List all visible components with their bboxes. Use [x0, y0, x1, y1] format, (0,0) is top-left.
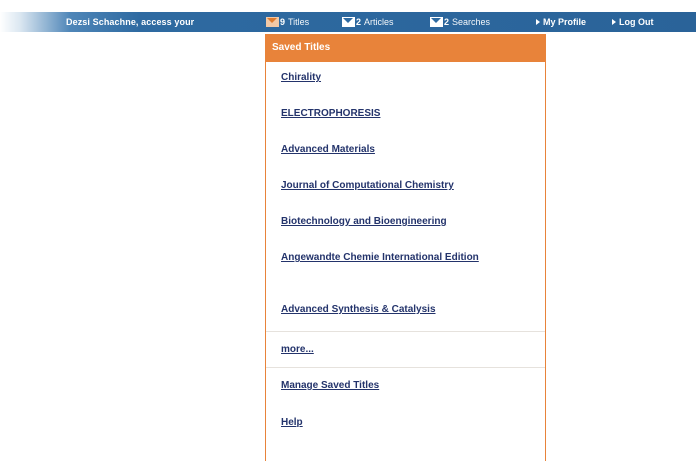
saved-title-link[interactable]: Angewandte Chemie International Edition [281, 252, 506, 264]
my-profile-link[interactable]: My Profile [536, 16, 586, 28]
titles-label: Titles [288, 17, 310, 27]
envelope-icon [430, 17, 443, 27]
saved-articles-button[interactable]: 2 Articles [342, 16, 394, 28]
arrow-right-icon [612, 19, 616, 25]
saved-title-link[interactable]: Biotechnology and Bioengineering [281, 216, 521, 228]
envelope-icon [266, 17, 279, 27]
saved-title-link[interactable]: Chirality [281, 72, 521, 84]
saved-titles-button[interactable]: 9 Titles [266, 16, 309, 28]
saved-title-link[interactable]: Advanced Synthesis & Catalysis [281, 304, 521, 316]
arrow-right-icon [536, 19, 540, 25]
log-out-link[interactable]: Log Out [612, 16, 654, 28]
saved-titles-dropdown: Saved Titles Chirality ELECTROPHORESIS A… [265, 34, 546, 461]
saved-searches-button[interactable]: 2 Searches [430, 16, 490, 28]
searches-label: Searches [452, 17, 491, 27]
saved-title-link[interactable]: Advanced Materials [281, 144, 521, 156]
more-titles-link[interactable]: more... [281, 344, 521, 356]
manage-saved-titles-link[interactable]: Manage Saved Titles [281, 380, 521, 392]
log-out-label: Log Out [619, 17, 654, 27]
divider [266, 331, 545, 332]
divider [266, 367, 545, 368]
saved-title-link[interactable]: ELECTROPHORESIS [281, 108, 521, 120]
articles-count: 2 [356, 17, 362, 27]
envelope-icon [342, 17, 355, 27]
help-link[interactable]: Help [281, 417, 521, 429]
dropdown-header: Saved Titles [266, 34, 545, 62]
saved-title-link[interactable]: Journal of Computational Chemistry [281, 180, 521, 192]
my-profile-label: My Profile [543, 17, 587, 27]
greeting-text: Dezsi Schachne, access your [66, 17, 195, 27]
articles-label: Articles [364, 17, 394, 27]
searches-count: 2 [444, 17, 450, 27]
top-navigation-bar: Dezsi Schachne, access your 9 Titles 2 A… [0, 12, 696, 32]
titles-count: 9 [280, 17, 286, 27]
